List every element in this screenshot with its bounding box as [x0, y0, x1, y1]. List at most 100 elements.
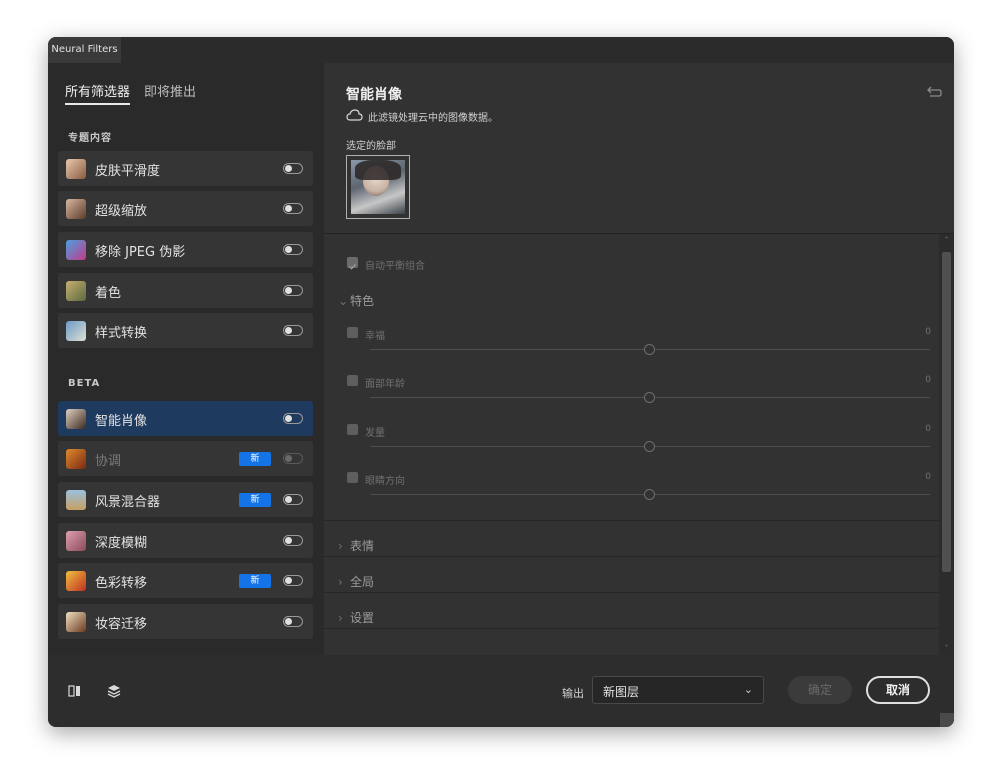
cloud-icon [346, 109, 363, 121]
portrait-thumb-icon [66, 159, 86, 179]
filter-label: 样式转换 [95, 326, 148, 341]
filter-item-skin-smoothing[interactable]: 皮肤平滑度 [58, 151, 313, 186]
group-label: 表情 [350, 539, 375, 553]
tab-coming-soon[interactable]: 即将推出 [144, 81, 196, 100]
chevron-right-icon: › [338, 611, 343, 625]
filter-item-depth-blur[interactable]: 深度模糊 [58, 523, 313, 558]
happiness-label: 幸福 [365, 331, 385, 342]
filter-toggle[interactable] [283, 494, 303, 505]
group-separator [324, 556, 939, 557]
filter-label: 妆容迁移 [95, 617, 148, 632]
group-label: 设置 [350, 611, 375, 625]
title-bar: Neural Filters [48, 37, 954, 63]
group-label: 全局 [350, 575, 375, 589]
face-image [351, 160, 405, 214]
auto-balance-checkbox[interactable] [347, 257, 358, 270]
bottom-bar: 输出 新图层 ⌄ 确定 取消 [48, 655, 954, 727]
filter-toggle[interactable] [283, 325, 303, 336]
style-thumb-icon [66, 321, 86, 341]
happiness-checkbox[interactable] [347, 327, 358, 338]
filter-toggle[interactable] [283, 413, 303, 424]
filter-title: 智能肖像 [346, 87, 402, 103]
filter-toggle[interactable] [283, 285, 303, 296]
portrait-thumb-icon [66, 199, 86, 219]
portrait-thumb-icon [66, 409, 86, 429]
filter-toggle[interactable] [283, 203, 303, 214]
makeup-thumb-icon [66, 612, 86, 632]
harmonize-thumb-icon [66, 449, 86, 469]
color-transfer-thumb-icon [66, 571, 86, 591]
chevron-down-icon: ⌄ [338, 294, 349, 308]
landscape-thumb-icon [66, 490, 86, 510]
cloud-note-text: 此滤镜处理云中的图像数据。 [368, 113, 498, 124]
filter-toggle[interactable] [283, 453, 303, 464]
reset-icon[interactable] [926, 85, 942, 97]
ok-button[interactable]: 确定 [788, 676, 852, 704]
facial-age-slider-knob[interactable] [644, 392, 655, 403]
window-tab[interactable]: Neural Filters [48, 37, 121, 63]
chevron-down-icon: ⌄ [743, 683, 753, 696]
filter-item-landscape-mixer[interactable]: 风景混合器 新 [58, 482, 313, 517]
filter-settings-panel: 智能肖像 此滤镜处理云中的图像数据。 选定的脸部 自动平衡组合 ⌄ 特色 幸福 … [324, 63, 954, 655]
compare-split-icon[interactable] [67, 683, 83, 699]
hair-volume-label: 发量 [365, 428, 385, 439]
filter-item-makeup-transfer[interactable]: 妆容迁移 [58, 604, 313, 639]
chevron-right-icon: › [338, 539, 343, 553]
selected-face-label: 选定的脸部 [346, 141, 396, 152]
filter-toggle[interactable] [283, 575, 303, 586]
settings-scroll-area: 自动平衡组合 ⌄ 特色 幸福 0 面部年龄 0 发量 0 眼睛方向 0 › 表情… [324, 234, 939, 655]
auto-balance-label: 自动平衡组合 [365, 261, 425, 272]
scroll-down-icon[interactable]: ˅ [942, 644, 951, 653]
cancel-button[interactable]: 取消 [866, 676, 930, 704]
filter-toggle[interactable] [283, 244, 303, 255]
group-label: 特色 [350, 294, 375, 308]
new-badge: 新 [239, 493, 271, 507]
tab-all-filters[interactable]: 所有筛选器 [65, 81, 131, 105]
happiness-slider-knob[interactable] [644, 344, 655, 355]
filter-label: 皮肤平滑度 [95, 164, 161, 179]
checkmark-icon [349, 264, 357, 270]
facial-age-label: 面部年龄 [365, 379, 405, 390]
filter-label: 着色 [95, 286, 122, 301]
new-badge: 新 [239, 452, 271, 466]
neural-filters-window: Neural Filters 所有筛选器 即将推出 专题内容 皮肤平滑度 超级缩… [48, 37, 954, 727]
filter-item-harmonize[interactable]: 协调 新 [58, 441, 313, 476]
selected-face-thumbnail[interactable] [346, 155, 410, 219]
jpeg-thumb-icon [66, 240, 86, 260]
group-expression-header[interactable]: › 表情 [338, 537, 374, 554]
facial-age-value: 0 [925, 375, 931, 385]
filter-item-smart-portrait[interactable]: 智能肖像 [58, 401, 313, 436]
filter-list-panel: 所有筛选器 即将推出 专题内容 皮肤平滑度 超级缩放 移除 JPEG 伪影 着色… [48, 63, 324, 655]
filter-item-remove-jpeg-artifacts[interactable]: 移除 JPEG 伪影 [58, 232, 313, 267]
filter-label: 移除 JPEG 伪影 [95, 245, 186, 260]
scroll-thumb[interactable] [942, 252, 951, 572]
resize-handle[interactable] [940, 713, 954, 727]
eye-direction-slider-knob[interactable] [644, 489, 655, 500]
happiness-value: 0 [925, 327, 931, 337]
filter-item-color-transfer[interactable]: 色彩转移 新 [58, 563, 313, 598]
filter-item-colorize[interactable]: 着色 [58, 273, 313, 308]
group-settings-header[interactable]: › 设置 [338, 609, 374, 626]
section-featured-label: 专题内容 [68, 133, 112, 144]
hair-volume-value: 0 [925, 424, 931, 434]
eye-direction-checkbox[interactable] [347, 472, 358, 483]
group-features-header[interactable]: ⌄ 特色 [338, 292, 374, 309]
filter-label: 色彩转移 [95, 576, 148, 591]
scroll-up-icon[interactable]: ˄ [942, 236, 951, 245]
hair-volume-checkbox[interactable] [347, 424, 358, 435]
output-select[interactable]: 新图层 ⌄ [592, 676, 764, 704]
eye-direction-label: 眼睛方向 [365, 476, 405, 487]
hair-volume-slider-knob[interactable] [644, 441, 655, 452]
filter-toggle[interactable] [283, 163, 303, 174]
settings-scrollbar[interactable]: ˄ ˅ [939, 234, 954, 655]
section-beta-label: BETA [68, 378, 101, 389]
facial-age-checkbox[interactable] [347, 375, 358, 386]
group-global-header[interactable]: › 全局 [338, 573, 374, 590]
eye-direction-value: 0 [925, 472, 931, 482]
filter-toggle[interactable] [283, 616, 303, 627]
filter-toggle[interactable] [283, 535, 303, 546]
layers-icon[interactable] [106, 683, 122, 699]
filter-item-super-zoom[interactable]: 超级缩放 [58, 191, 313, 226]
filter-item-style-transfer[interactable]: 样式转换 [58, 313, 313, 348]
filter-label: 智能肖像 [95, 414, 148, 429]
